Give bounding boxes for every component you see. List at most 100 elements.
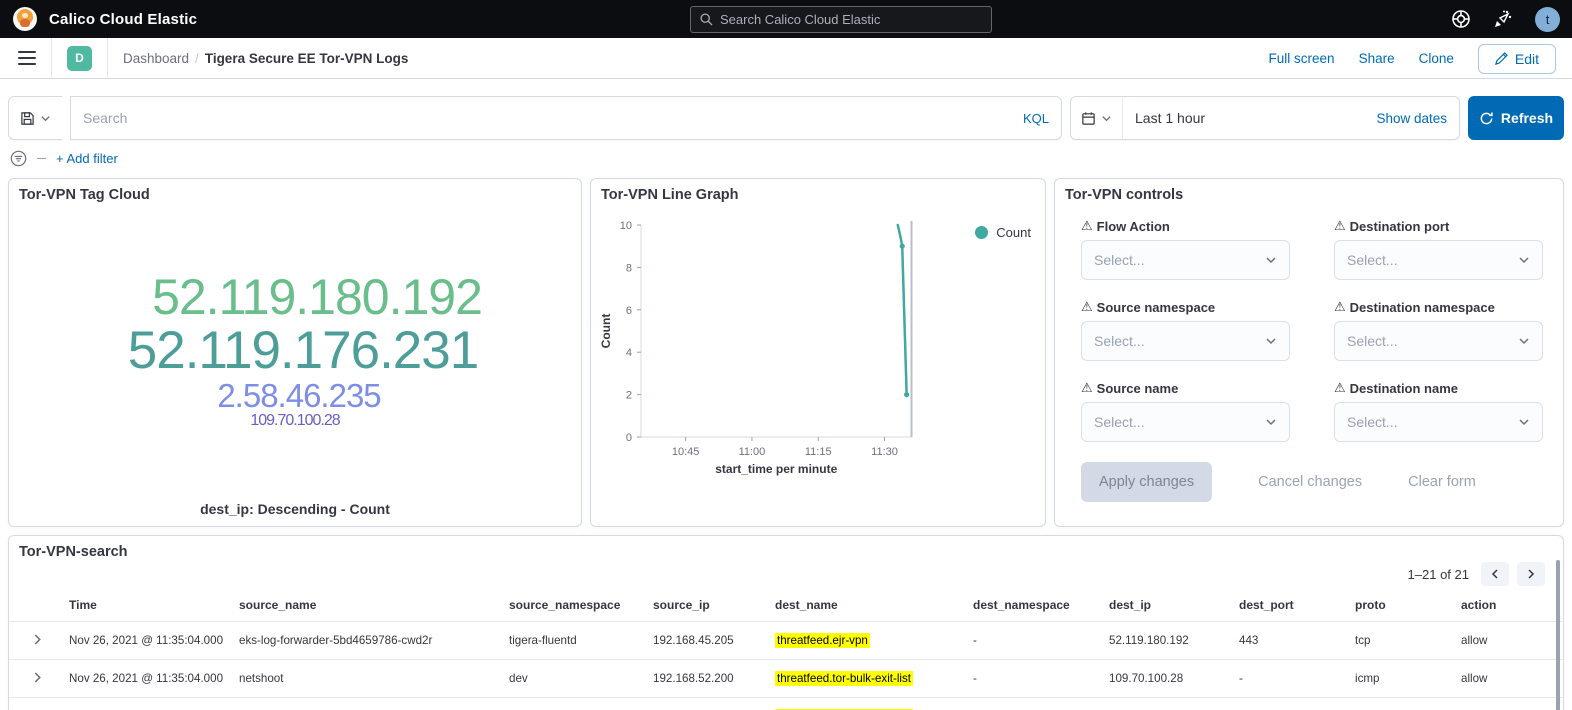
row-expand-icon[interactable]	[9, 698, 65, 710]
table-row: Nov 26, 2021 @ 11:34:54.000netshootdev19…	[9, 697, 1563, 710]
cell-dest_name: threatfeed.tor-bulk-exit-list	[771, 660, 969, 697]
tag-cloud-word[interactable]: 52.119.176.231	[128, 323, 478, 378]
add-filter-button[interactable]: + Add filter	[56, 151, 118, 166]
control-field: ⚠Source namespace Select...	[1081, 300, 1290, 361]
cell-source_namespace: tigera-fluentd	[505, 622, 649, 659]
cell-dest_port: -	[1235, 660, 1351, 697]
panel-title-controls[interactable]: Tor-VPN controls	[1055, 179, 1563, 211]
panel-search-table: Tor-VPN-search 1–21 of 21 Timesource_nam…	[8, 535, 1564, 710]
control-select[interactable]: Select...	[1334, 240, 1543, 280]
svg-text:start_time per minute: start_time per minute	[715, 462, 837, 476]
table-body: Nov 26, 2021 @ 11:35:04.000eks-log-forwa…	[9, 621, 1563, 710]
legend-count[interactable]: Count	[975, 225, 1031, 240]
cell-proto: icmp	[1351, 698, 1457, 710]
kql-language-button[interactable]: KQL	[1015, 111, 1049, 126]
cell-source_name: netshoot	[235, 660, 505, 697]
newsfeed-icon[interactable]	[1493, 9, 1513, 29]
chevron-down-icon	[1518, 254, 1530, 266]
warning-icon: ⚠	[1334, 381, 1346, 396]
refresh-button[interactable]: Refresh	[1468, 96, 1564, 140]
cell-dest_namespace: -	[969, 698, 1105, 710]
breadcrumb-dashboard[interactable]: Dashboard	[123, 51, 189, 66]
tag-cloud-words: 52.119.180.19252.119.176.2312.58.46.2351…	[9, 215, 581, 486]
show-dates-button[interactable]: Show dates	[1376, 111, 1447, 126]
svg-text:11:30: 11:30	[871, 446, 898, 458]
breadcrumb-bar: D Dashboard / Tigera Secure EE Tor-VPN L…	[0, 38, 1572, 79]
panel-line-graph: Tor-VPN Line Graph 024681010:4511:0011:1…	[590, 178, 1046, 527]
chevron-down-icon	[1265, 254, 1277, 266]
menu-hamburger-icon[interactable]	[18, 51, 36, 65]
legend-dot-icon	[975, 226, 988, 239]
cell-dest_ip: 109.70.100.28	[1105, 698, 1235, 710]
cell-source_ip: 192.168.45.205	[649, 622, 771, 659]
query-search-input[interactable]: Search KQL	[70, 96, 1062, 140]
panel-title-line-graph[interactable]: Tor-VPN Line Graph	[591, 179, 1045, 211]
edit-button[interactable]: Edit	[1478, 44, 1556, 74]
svg-text:4: 4	[626, 347, 632, 359]
highlighted-dest-name: threatfeed.ejr-vpn	[775, 633, 870, 648]
help-icon[interactable]	[1451, 9, 1471, 29]
tag-cloud-word[interactable]: 2.58.46.235	[217, 379, 380, 413]
control-field-label: ⚠Flow Action	[1081, 219, 1290, 234]
cell-dest_port: -	[1235, 698, 1351, 710]
chevron-down-icon	[1101, 113, 1112, 124]
pagination-prev-button[interactable]	[1481, 562, 1509, 586]
svg-text:10: 10	[620, 220, 632, 232]
cell-source_namespace: dev	[505, 698, 649, 710]
calico-logo-icon[interactable]	[13, 7, 37, 31]
query-search-placeholder: Search	[83, 110, 1015, 126]
filter-icon[interactable]	[10, 150, 27, 167]
clear-form-button[interactable]: Clear form	[1408, 474, 1476, 490]
user-avatar[interactable]: t	[1535, 7, 1560, 32]
control-field: ⚠Flow Action Select...	[1081, 219, 1290, 280]
cell-source_namespace: dev	[505, 660, 649, 697]
cell-dest_name: threatfeed.tor-bulk-exit-list	[771, 698, 969, 710]
column-header-dest_ip: dest_ip	[1105, 590, 1235, 621]
refresh-icon	[1479, 111, 1494, 126]
share-button[interactable]: Share	[1359, 51, 1395, 66]
panel-title-search-table[interactable]: Tor-VPN-search	[9, 536, 1563, 568]
filter-divider	[37, 158, 46, 160]
control-field: ⚠Destination nameSelect...	[1334, 381, 1543, 442]
control-field-label: ⚠Source namespace	[1081, 300, 1290, 315]
tag-cloud-word[interactable]: 52.119.180.192	[152, 271, 482, 323]
row-expand-icon[interactable]	[9, 622, 65, 659]
full-screen-button[interactable]: Full screen	[1269, 51, 1335, 66]
cell-time: Nov 26, 2021 @ 11:34:54.000	[65, 698, 235, 710]
space-badge[interactable]: D	[67, 46, 92, 71]
panel-title-tag-cloud[interactable]: Tor-VPN Tag Cloud	[9, 179, 581, 211]
column-header-source_ip: source_ip	[649, 590, 771, 621]
time-range-value[interactable]: Last 1 hour	[1123, 97, 1364, 139]
saved-query-menu[interactable]	[8, 96, 62, 140]
line-chart: 024681010:4511:0011:1511:30Countstart_ti…	[597, 213, 1045, 485]
calendar-icon	[1081, 111, 1096, 126]
column-header-proto: proto	[1351, 590, 1457, 621]
global-search-input[interactable]: Search Calico Cloud Elastic	[690, 6, 992, 33]
column-header-action: action	[1457, 590, 1565, 621]
control-select[interactable]: Select...	[1081, 321, 1290, 361]
date-picker-menu[interactable]	[1071, 97, 1123, 139]
table-scrollbar[interactable]	[1556, 560, 1560, 710]
svg-text:11:15: 11:15	[805, 446, 832, 458]
app-title: Calico Cloud Elastic	[49, 11, 197, 28]
apply-changes-button[interactable]: Apply changes	[1081, 462, 1212, 502]
control-select[interactable]: Select...	[1081, 240, 1290, 280]
row-expand-icon[interactable]	[9, 660, 65, 697]
control-field: ⚠Source nameSelect...	[1081, 381, 1290, 442]
svg-text:11:00: 11:00	[739, 446, 766, 458]
top-header-bar: Calico Cloud Elastic Search Calico Cloud…	[0, 0, 1572, 38]
pagination-next-button[interactable]	[1517, 562, 1545, 586]
warning-icon: ⚠	[1334, 300, 1346, 315]
cell-time: Nov 26, 2021 @ 11:35:04.000	[65, 660, 235, 697]
tag-cloud-word[interactable]: 109.70.100.28	[250, 413, 339, 430]
cancel-changes-button[interactable]: Cancel changes	[1258, 474, 1362, 490]
chevron-down-icon	[1265, 335, 1277, 347]
svg-text:6: 6	[626, 305, 632, 317]
cell-action: allow	[1457, 660, 1565, 697]
control-select[interactable]: Select...	[1081, 402, 1290, 442]
clone-button[interactable]: Clone	[1419, 51, 1454, 66]
control-select[interactable]: Select...	[1334, 402, 1543, 442]
global-search-placeholder: Search Calico Cloud Elastic	[720, 12, 880, 27]
control-select[interactable]: Select...	[1334, 321, 1543, 361]
dashboard-app: Calico Cloud Elastic Search Calico Cloud…	[0, 0, 1572, 710]
